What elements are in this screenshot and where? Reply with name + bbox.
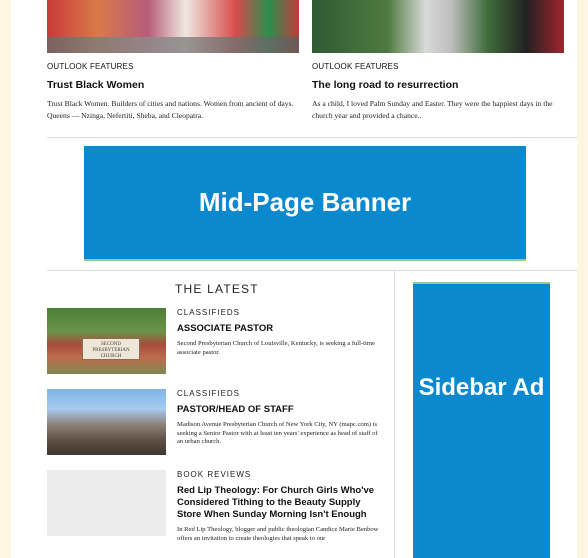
feature-kicker[interactable]: OUTLOOK FEATURES [312,62,564,71]
item-description: Madison Avenue Presbyterian Church of Ne… [177,421,378,446]
mid-page-banner-ad[interactable]: Mid-Page Banner [84,146,526,261]
feature-kicker[interactable]: OUTLOOK FEATURES [47,62,299,71]
feature-title[interactable]: Trust Black Women [47,79,299,91]
feature-card-long-road[interactable]: OUTLOOK FEATURES The long road to resurr… [312,0,564,122]
item-thumbnail-placeholder[interactable] [47,470,166,536]
feature-title[interactable]: The long road to resurrection [312,79,564,91]
item-description: Second Presbyterian Church of Louisville… [177,340,375,356]
feature-excerpt: Trust Black Women. Builders of cities an… [47,99,294,120]
item-title[interactable]: ASSOCIATE PASTOR [177,323,383,335]
item-category[interactable]: CLASSIFIEDS [177,308,383,317]
feature-excerpt: As a child, I loved Palm Sunday and East… [312,99,553,120]
section-divider [47,137,577,138]
page: OUTLOOK FEATURES Trust Black Women Trust… [11,0,577,558]
church-sign: SECOND PRESBYTERIAN CHURCH [82,338,140,360]
item-category[interactable]: CLASSIFIEDS [177,389,383,398]
item-description: In Red Lip Theology, blogger and public … [177,526,379,542]
item-thumbnail[interactable] [47,389,166,455]
item-category[interactable]: BOOK REVIEWS [177,470,383,479]
sidebar-ad[interactable]: Sidebar Ad [413,282,550,558]
column-divider [394,270,395,558]
feature-image[interactable] [47,0,299,53]
item-title[interactable]: Red Lip Theology: For Church Girls Who'v… [177,485,383,521]
the-latest-heading: THE LATEST [175,282,259,296]
feature-card-trust-black-women[interactable]: OUTLOOK FEATURES Trust Black Women Trust… [47,0,299,122]
item-thumbnail[interactable]: SECOND PRESBYTERIAN CHURCH [47,308,166,374]
item-title[interactable]: PASTOR/HEAD OF STAFF [177,404,383,416]
section-divider [47,270,577,271]
feature-image[interactable] [312,0,564,53]
